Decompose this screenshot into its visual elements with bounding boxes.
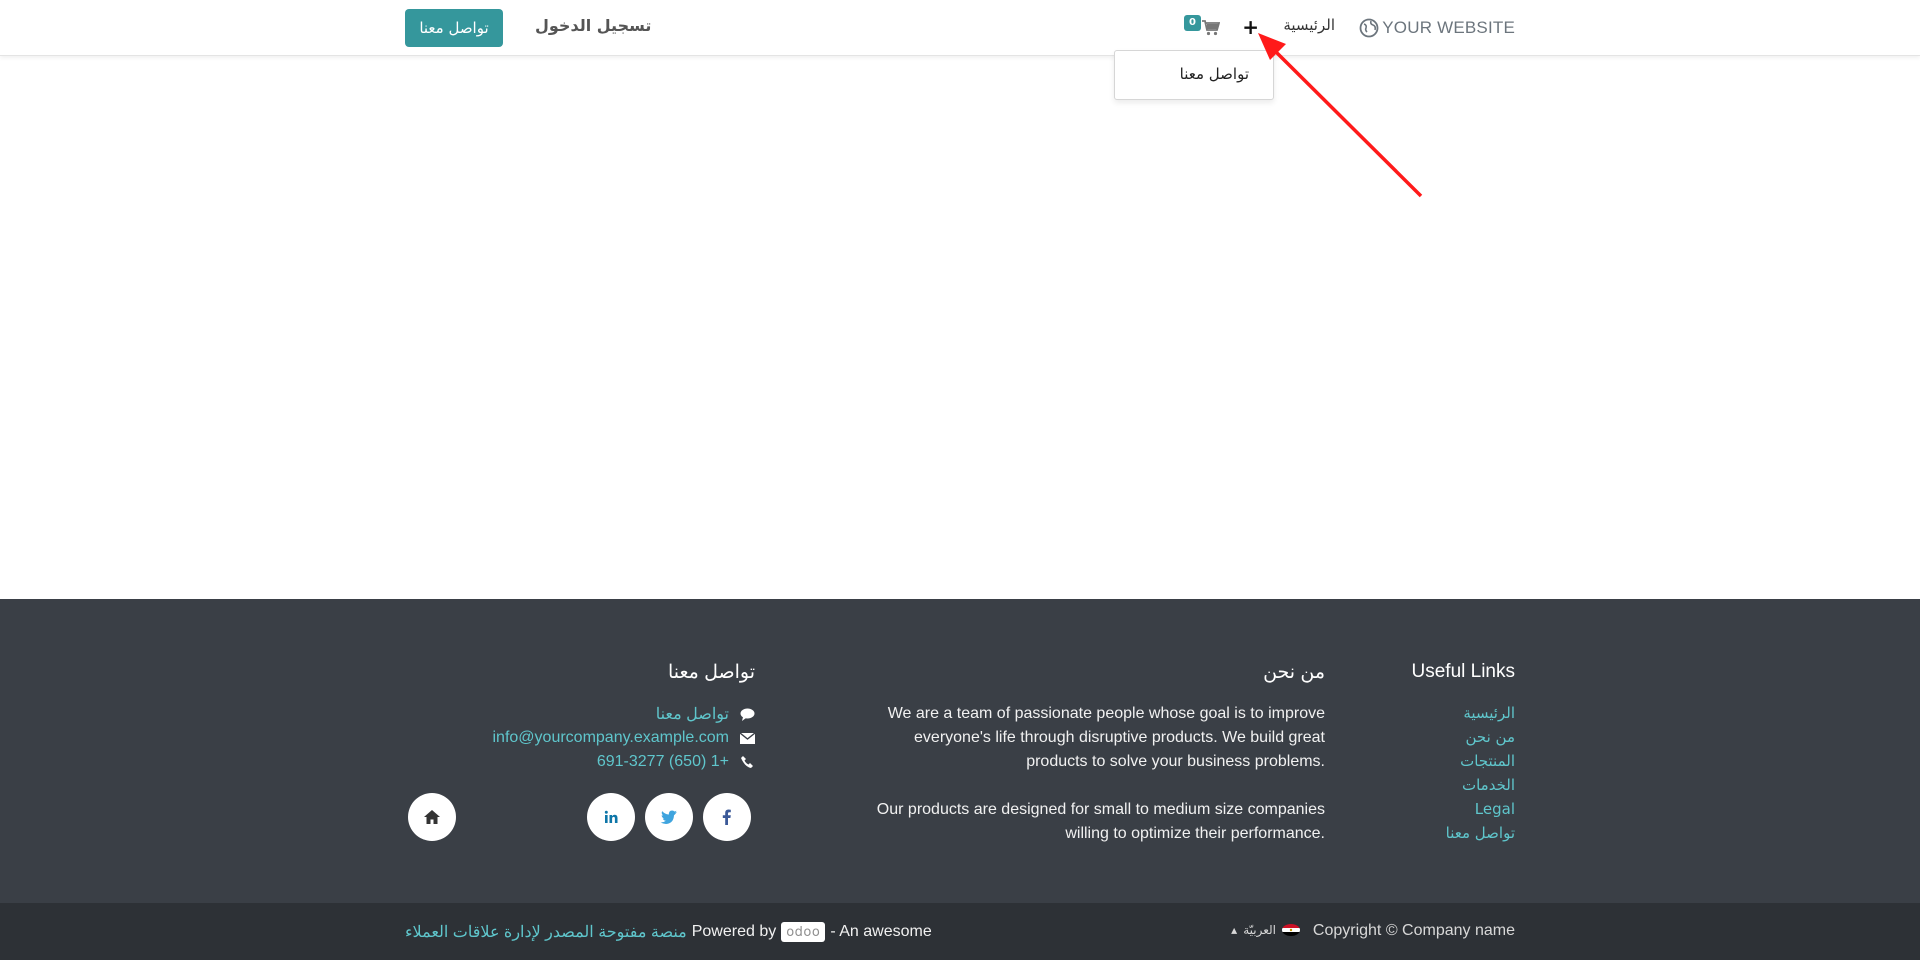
plus-icon[interactable]: + xyxy=(1242,16,1259,38)
useful-links-column: Useful Links الرئيسية من نحن المنتجات ال… xyxy=(1365,661,1516,845)
login-link[interactable]: تسجيل الدخول xyxy=(535,16,651,35)
cart-link[interactable]: 0 xyxy=(1184,14,1220,42)
comment-icon xyxy=(739,707,755,721)
powered-by-label: Powered by xyxy=(691,923,777,940)
twitter-button[interactable] xyxy=(645,793,693,841)
useful-links-title: Useful Links xyxy=(1411,661,1516,682)
bottom-bar-container: Copyright © Company name ▴ العربيّة منصة… xyxy=(405,903,1515,960)
facebook-icon xyxy=(722,809,731,825)
home-icon xyxy=(424,810,440,824)
contact-column: تواصل معنا تواصل معنا info@yourcompany.e… xyxy=(405,661,756,774)
about-text-1: We are a team of passionate people whose… xyxy=(887,705,1325,770)
shopping-cart-icon xyxy=(1202,20,1220,36)
odoo-logo[interactable]: odoo xyxy=(781,922,826,942)
navbar-container: YOUR WEBSITE الرئيسية + 0 تسجيل الدخول ت… xyxy=(405,0,1515,56)
powered-by-suffix: - An awesome xyxy=(830,923,932,940)
linkedin-button[interactable] xyxy=(587,793,635,841)
contact-chat-row[interactable]: تواصل معنا xyxy=(405,702,755,726)
contact-email-link[interactable]: info@yourcompany.example.com xyxy=(493,729,730,747)
phone-icon xyxy=(739,755,755,769)
dropdown-item-contact[interactable]: تواصل معنا xyxy=(1180,65,1249,83)
bottom-bar: Copyright © Company name ▴ العربيّة منصة… xyxy=(0,903,1920,960)
add-menu-dropdown: تواصل معنا xyxy=(1114,50,1274,100)
caret-up-icon: ▴ xyxy=(1231,923,1238,937)
linkedin-icon xyxy=(604,810,618,823)
footer-container: Useful Links الرئيسية من نحن المنتجات ال… xyxy=(405,599,1516,903)
twitter-icon xyxy=(660,810,677,824)
contact-title: تواصل معنا xyxy=(667,662,755,683)
footer-link-services[interactable]: الخدمات xyxy=(1365,773,1515,797)
contact-email-row[interactable]: info@yourcompany.example.com xyxy=(405,726,755,750)
flag-icon xyxy=(1282,924,1300,936)
about-title: من نحن xyxy=(1263,662,1325,683)
language-label: العربيّة xyxy=(1243,923,1276,937)
powered-by: منصة مفتوحة المصدر لإدارة علاقات العملاء… xyxy=(405,922,932,942)
nav-item-home[interactable]: الرئيسية xyxy=(1283,16,1335,34)
facebook-button[interactable] xyxy=(703,793,751,841)
about-text-2: Our products are designed for small to m… xyxy=(876,801,1325,842)
top-navbar: YOUR WEBSITE الرئيسية + 0 تسجيل الدخول ت… xyxy=(0,0,1920,56)
footer-link-legal[interactable]: Legal xyxy=(1365,797,1515,821)
brand-logo[interactable]: YOUR WEBSITE xyxy=(1359,15,1515,41)
footer-link-home[interactable]: الرئيسية xyxy=(1365,701,1515,725)
footer-link-products[interactable]: المنتجات xyxy=(1365,749,1515,773)
copyright-text: Copyright © Company name xyxy=(1312,922,1515,939)
contact-phone-link[interactable]: +1 (650) 691-3277 xyxy=(597,753,729,771)
brand-text: YOUR WEBSITE xyxy=(1382,18,1515,37)
cart-count-badge: 0 xyxy=(1184,15,1201,31)
footer: Useful Links الرئيسية من نحن المنتجات ال… xyxy=(0,599,1920,903)
about-column: من نحن We are a team of passionate peopl… xyxy=(865,661,1325,846)
contact-chat-link[interactable]: تواصل معنا xyxy=(656,704,729,724)
footer-link-about[interactable]: من نحن xyxy=(1365,725,1516,749)
globe-icon xyxy=(1359,18,1379,38)
language-selector[interactable]: ▴ العربيّة xyxy=(1231,923,1300,937)
crm-link[interactable]: منصة مفتوحة المصدر لإدارة علاقات العملاء xyxy=(405,922,687,942)
home-button[interactable] xyxy=(408,793,456,841)
footer-link-contact[interactable]: تواصل معنا xyxy=(1365,821,1515,845)
envelope-icon xyxy=(739,731,755,745)
contact-us-button[interactable]: تواصل معنا xyxy=(405,9,503,47)
contact-phone-row[interactable]: +1 (650) 691-3277 xyxy=(405,750,755,774)
